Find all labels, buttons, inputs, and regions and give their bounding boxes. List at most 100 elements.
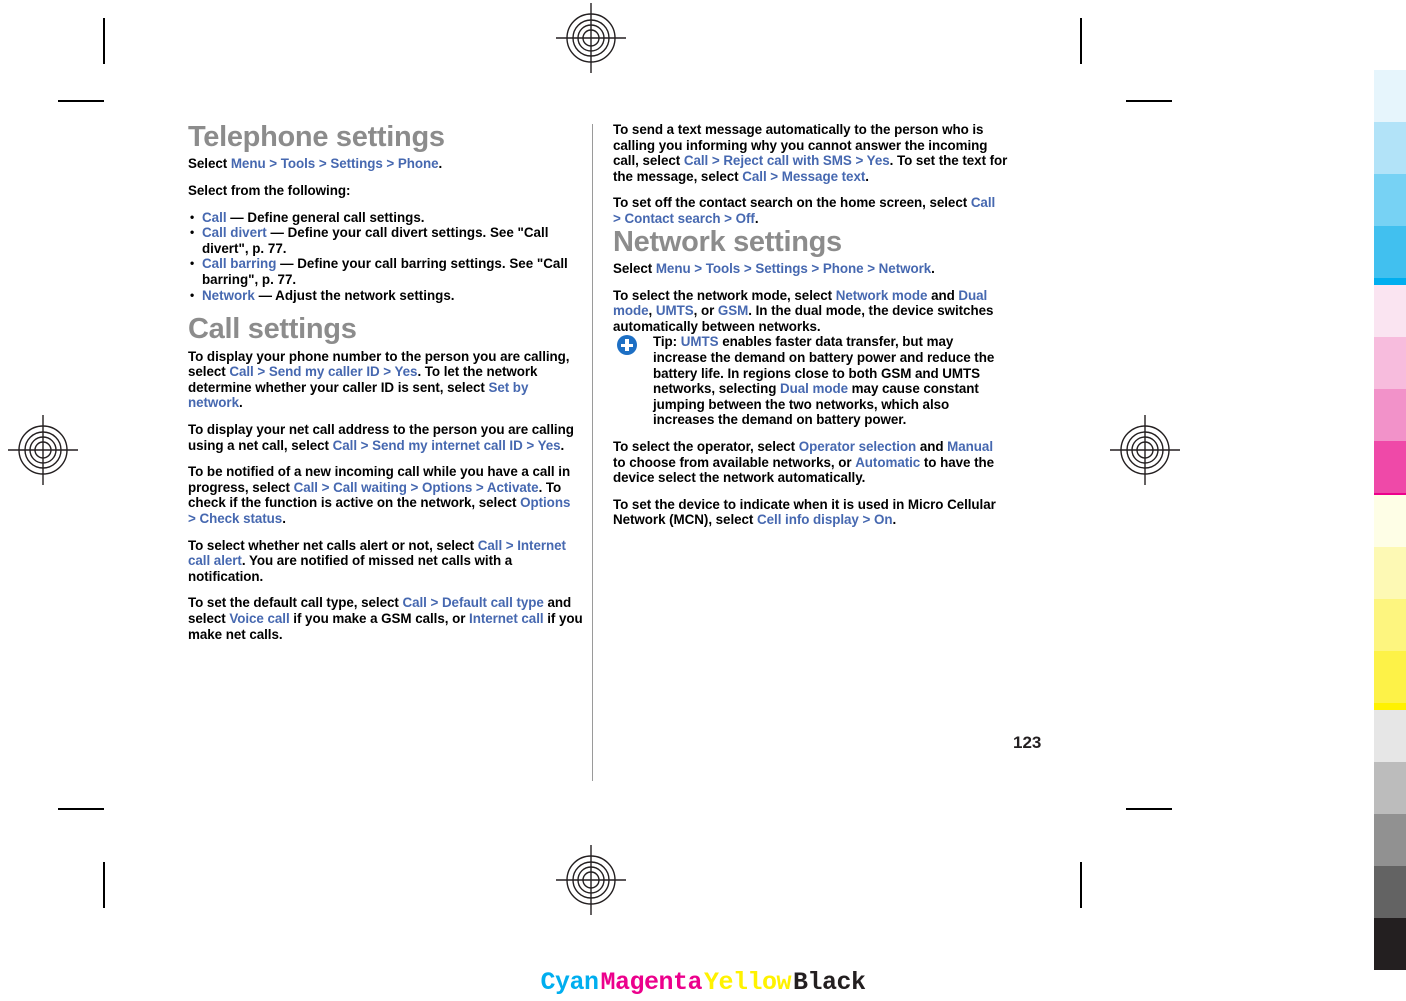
- bullet-term: Call divert: [202, 225, 267, 241]
- keyword: Tools: [705, 261, 741, 276]
- keyword: Default call type: [441, 595, 544, 611]
- path-separator: >: [807, 261, 823, 276]
- network-settings-heading: Network settings: [613, 225, 842, 258]
- call-settings-paragraph-2: To be notified of a new incoming call wh…: [188, 464, 571, 526]
- keyword: Call: [683, 153, 709, 169]
- network-paragraph-0: Select Menu > Tools > Settings > Phone >…: [613, 261, 935, 276]
- path-separator: >: [406, 479, 423, 495]
- yellow-strip-swatch-3: [1374, 651, 1406, 703]
- path-separator: >: [265, 156, 281, 172]
- network-settings-body: Select Menu > Tools > Settings > Phone >…: [613, 261, 1008, 334]
- path-separator: >: [708, 153, 724, 169]
- black-strip-swatch-2: [1374, 814, 1406, 866]
- keyword: UMTS: [680, 334, 719, 350]
- keyword: Network: [878, 261, 932, 276]
- keyword: Call: [293, 479, 318, 495]
- keyword: Operator selection: [798, 438, 917, 454]
- keyword: Menu: [655, 261, 691, 276]
- keyword: Off: [735, 210, 755, 226]
- path-separator: >: [851, 153, 867, 169]
- cyan-strip-swatch-0: [1374, 70, 1406, 122]
- cmyk-label-black: Black: [793, 968, 866, 997]
- keyword: Network mode: [835, 287, 928, 303]
- right-top-body: To send a text message automatically to …: [613, 122, 1008, 227]
- magenta-strip-swatch-1: [1374, 337, 1406, 389]
- keyword: Options: [422, 479, 473, 495]
- cmyk-label-yellow: Yellow: [704, 968, 792, 997]
- cmyk-label-cyan: Cyan: [540, 968, 599, 997]
- black-strip: [1374, 710, 1406, 970]
- list-item: Call — Define general call settings.: [188, 210, 583, 226]
- keyword: Voice call: [229, 610, 290, 626]
- call-settings-body: To display your phone number to the pers…: [188, 349, 583, 643]
- plus-circle-icon: [617, 335, 637, 356]
- path-segment-tools: Tools: [280, 156, 316, 172]
- crop-mark-bottom-left-horizontal: [58, 808, 104, 810]
- page-title: Telephone settings: [188, 121, 445, 153]
- call-settings-paragraph-0: To display your phone number to the pers…: [188, 348, 570, 411]
- crop-mark-top-left-vertical: [103, 18, 105, 64]
- black-strip-swatch-0: [1374, 710, 1406, 762]
- right-bottom-paragraph-1: To set the device to indicate when it is…: [613, 496, 996, 528]
- bullet-term: Call: [202, 209, 227, 225]
- telephone-settings-path: Select Menu > Tools > Settings > Phone.: [188, 156, 443, 172]
- keyword: Yes: [866, 153, 890, 169]
- magenta-strip-swatch-0: [1374, 285, 1406, 337]
- yellow-strip-swatch-1: [1374, 547, 1406, 599]
- right-bottom-paragraph-0: To select the operator, select Operator …: [613, 438, 995, 486]
- cyan-strip-swatch-1: [1374, 122, 1406, 174]
- magenta-strip-swatch-2: [1374, 389, 1406, 441]
- keyword: On: [873, 512, 893, 528]
- registration-mark-right: [1110, 415, 1180, 485]
- crop-mark-bottom-left-vertical: [103, 862, 105, 908]
- settings-bullet-list: Call — Define general call settings.Call…: [188, 210, 583, 304]
- path-separator: >: [426, 595, 442, 611]
- registration-mark-left: [8, 415, 78, 485]
- crop-mark-bottom-right-horizontal: [1126, 808, 1172, 810]
- bullet-term: Call barring: [202, 256, 277, 272]
- path-separator: >: [253, 364, 269, 380]
- page-content: Telephone settings Select Menu > Tools >…: [188, 122, 1008, 782]
- bullet-term: Network: [202, 287, 255, 303]
- path-separator: >: [356, 437, 373, 453]
- list-item: Call barring — Define your call barring …: [188, 256, 583, 287]
- call-settings-paragraph-4: To set the default call type, select Cal…: [188, 595, 583, 642]
- crop-mark-top-right-horizontal: [1126, 100, 1172, 102]
- path-separator: >: [858, 512, 874, 528]
- path-separator: >: [188, 510, 200, 526]
- right-top-paragraph-0: To send a text message automatically to …: [613, 122, 1008, 184]
- keyword: Message text: [781, 168, 866, 184]
- path-segment-phone: Phone: [397, 156, 439, 172]
- keyword: Send my caller ID: [268, 364, 380, 380]
- call-settings-paragraph-1: To display your net call address to the …: [188, 422, 574, 453]
- keyword: Call: [332, 437, 357, 453]
- magenta-strip-swatch-3: [1374, 441, 1406, 493]
- keyword: Check status: [199, 510, 283, 526]
- keyword: Call waiting: [333, 479, 407, 495]
- keyword: Call: [970, 195, 996, 211]
- path-separator: >: [613, 210, 625, 226]
- printed-page: Telephone settings Select Menu > Tools >…: [0, 0, 1406, 1001]
- path-separator: >: [472, 479, 487, 495]
- keyword: Activate: [486, 479, 539, 495]
- cyan-strip-swatch-2: [1374, 174, 1406, 226]
- right-top-paragraph-1: To set off the contact search on the hom…: [613, 195, 996, 226]
- call-settings-paragraph-3: To select whether net calls alert or not…: [188, 537, 566, 584]
- page-number: 123: [1013, 733, 1042, 752]
- registration-mark-bottom: [556, 845, 626, 915]
- call-settings-heading: Call settings: [188, 313, 357, 346]
- yellow-strip-swatch-2: [1374, 599, 1406, 651]
- keyword: Manual: [947, 438, 994, 454]
- tip-block: Tip: UMTS enables faster data transfer, …: [613, 334, 1008, 428]
- keyword: Reject call with SMS: [723, 153, 852, 169]
- keyword: Call: [742, 168, 767, 184]
- right-bottom-body: To select the operator, select Operator …: [613, 439, 1008, 528]
- left-column: Telephone settings Select Menu > Tools >…: [188, 122, 583, 642]
- select-from-following: Select from the following:: [188, 183, 351, 199]
- path-separator: >: [502, 537, 518, 553]
- keyword: Send my internet call ID: [372, 437, 523, 453]
- tip-label: Tip:: [653, 334, 681, 350]
- path-separator: >: [317, 479, 334, 495]
- path-separator: >: [315, 156, 331, 172]
- keyword: Internet call: [469, 610, 544, 626]
